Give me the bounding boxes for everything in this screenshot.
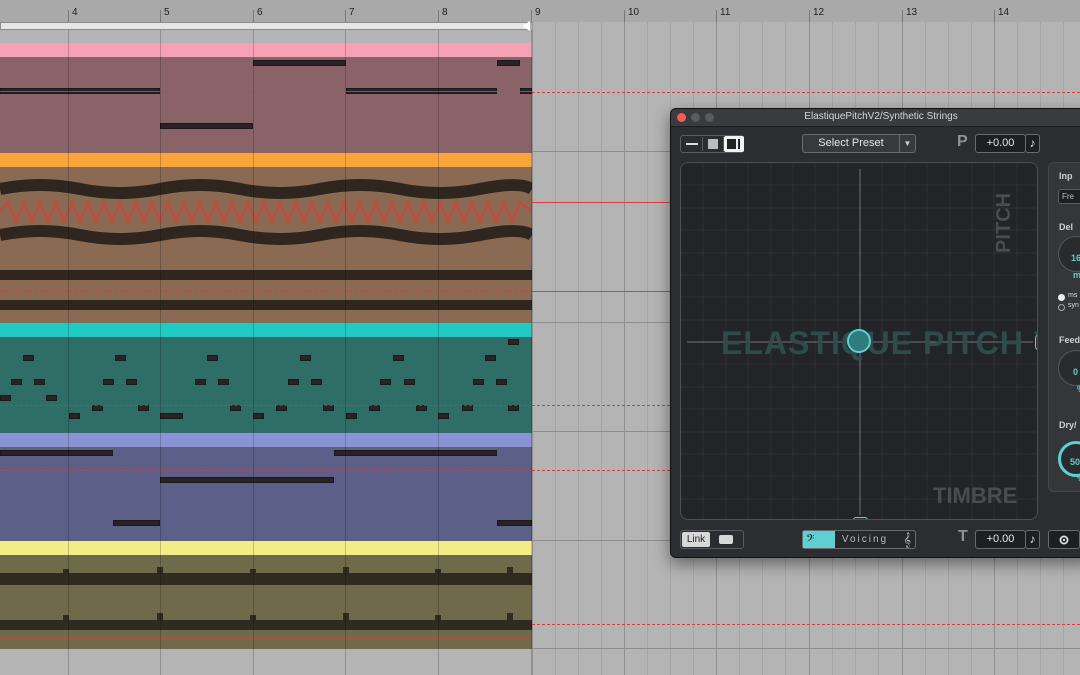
bass-clef-icon: 𝄢 [806,532,815,547]
clip-header[interactable] [0,433,532,447]
ruler-tick [68,10,69,22]
clip-body [0,57,532,153]
ruler-tick [438,10,439,22]
waveform [0,567,532,639]
sync-radio[interactable] [1058,304,1065,311]
plugin-title: ElastiquePitchV2/Synthetic Strings [804,111,958,122]
settings-button[interactable] [1048,530,1080,549]
feedback-label: Feed [1059,335,1080,345]
lock-icon[interactable] [719,535,733,544]
ruler-tick [531,10,532,22]
view-mode-minimal-button[interactable] [682,137,703,151]
bar-number-4: 4 [72,7,78,18]
link-button[interactable]: Link [682,532,710,547]
feedback-value: 0 [1073,367,1079,377]
automation-line [532,291,672,292]
plugin-window[interactable]: ElastiquePitchV2/Synthetic Strings Selec… [670,108,1080,558]
bar-number-12: 12 [813,7,825,18]
chevron-down-icon: ▼ [899,135,915,152]
bar-number-6: 6 [257,7,263,18]
ms-option-label: ms [1068,292,1078,299]
timbre-range-handle[interactable] [853,517,868,519]
delay-label: Del [1059,222,1074,232]
input-mode-dropdown[interactable]: Fre [1058,189,1080,204]
loop-brace[interactable] [0,22,530,30]
ruler-tick [716,10,717,22]
timbre-note-mode-button[interactable]: ♪ [1025,530,1040,549]
bar-number-13: 13 [906,7,918,18]
automation-line [532,624,1080,625]
ruler-tick [902,10,903,22]
ruler-tick [809,10,810,22]
midi-clip-pink[interactable] [0,43,532,153]
treble-clef-icon: 𝄞 [903,532,911,547]
bar-number-7: 7 [349,7,355,18]
audio-clip-orange[interactable] [0,153,532,323]
pitch-range-handle[interactable] [1035,335,1037,350]
bar-number-14: 14 [998,7,1010,18]
ruler-tick [624,10,625,22]
bar-number-10: 10 [628,7,640,18]
pad-timbre-axis-label: TIMBRE [933,483,1018,508]
gear-icon [1059,535,1069,545]
ms-radio[interactable] [1058,294,1065,301]
pad-puck[interactable] [847,329,871,353]
view-mode-full-button[interactable] [724,136,744,152]
pad-watermark: ELASTIQUE PITCH V2 [721,325,1037,361]
pad-pitch-axis-label: PITCH [993,193,1015,253]
bar-number-8: 8 [442,7,448,18]
view-mode-pad-button[interactable] [703,137,724,151]
clip-body [0,447,532,541]
pitch-letter: P [957,133,968,150]
drywet-value: 50 [1070,457,1080,467]
plugin-titlebar[interactable]: ElastiquePitchV2/Synthetic Strings [671,109,1080,127]
automation-line [532,202,672,203]
clip-header[interactable] [0,541,532,555]
ruler-tick [345,10,346,22]
bar-number-11: 11 [720,7,731,18]
clip-body [0,555,532,649]
midi-clip-blue[interactable] [0,433,532,541]
clip-header[interactable] [0,323,532,337]
view-mode-group [680,135,744,153]
clip-header[interactable] [0,43,532,57]
clip-body [0,337,532,433]
bar-number-5: 5 [164,7,170,18]
voicing-label: Voicing [841,534,889,545]
waveform [0,179,532,310]
delay-unit: m [1073,270,1080,280]
sync-option-label: syn [1068,302,1079,309]
bar-number-9: 9 [535,7,541,18]
ruler-tick [160,10,161,22]
pitch-value-field[interactable]: +0.00 [975,134,1026,153]
pitch-timbre-xy-pad[interactable]: ELASTIQUE PITCH V2 PITCH TIMBRE [680,162,1038,520]
preset-label: Select Preset [818,137,884,149]
link-toggle-group: Link [680,530,744,549]
timeline-ruler[interactable]: 4 5 6 7 8 9 10 11 12 13 14 [0,0,1080,23]
clip-body [0,167,532,323]
preset-selector[interactable]: Select Preset ▼ [802,134,916,153]
delay-side-panel: Inp Fre Del 16 m ms syn Feed 0 % Dry/ 50… [1048,162,1080,492]
audio-clip-yellow[interactable] [0,541,532,649]
delay-value: 16 [1071,253,1080,263]
midi-clip-teal[interactable] [0,323,532,433]
voicing-slider[interactable]: 𝄢 Voicing 𝄞 [802,530,916,549]
timbre-letter: T [958,528,968,545]
ruler-tick [253,10,254,22]
clip-header[interactable] [0,153,532,167]
ruler-tick [994,10,995,22]
input-label: Inp [1059,171,1073,181]
arrangement-clips[interactable] [0,30,532,675]
pitch-note-mode-button[interactable]: ♪ [1025,134,1040,153]
drywet-label: Dry/ [1059,420,1077,430]
automation-line [532,92,1080,93]
timbre-value-field[interactable]: +0.00 [975,530,1026,549]
track-separator [532,648,1080,649]
